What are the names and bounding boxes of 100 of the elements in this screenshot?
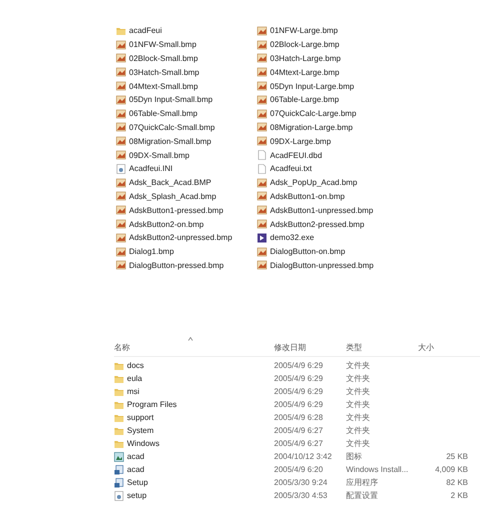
folder-icon	[114, 374, 124, 384]
file-name[interactable]: 05Dyn Input-Small.bmp	[129, 95, 213, 104]
image-file-icon	[257, 219, 267, 230]
image-file-icon	[116, 122, 126, 132]
modified-date: 2005/4/9 6:29	[274, 400, 324, 409]
file-name[interactable]: DialogButton-unpressed.bmp	[270, 260, 374, 270]
file-size: 25 KB	[445, 452, 468, 461]
file-type: 文件夹	[346, 386, 371, 397]
file-name[interactable]: Acadfeui.txt	[270, 164, 312, 174]
image-file-icon	[257, 26, 267, 36]
file-name[interactable]: 08Migration-Small.bmp	[129, 136, 212, 146]
modified-date: 2005/4/9 6:29	[274, 361, 324, 370]
modified-date: 2005/4/9 6:29	[274, 374, 324, 383]
image-file-icon	[257, 94, 267, 105]
file-name[interactable]: AcadFEUI.dbd	[270, 150, 322, 160]
file-name[interactable]: msi	[127, 387, 140, 396]
file-name[interactable]: Setup	[127, 478, 148, 487]
image-file-icon	[257, 53, 267, 64]
installer-icon	[114, 464, 124, 474]
file-name[interactable]: AdskButton2-unpressed.bmp	[129, 233, 232, 242]
file-name[interactable]: AdskButton2-pressed.bmp	[270, 220, 364, 229]
column-header[interactable]: 修改日期	[274, 342, 306, 352]
file-name[interactable]: 03Hatch-Large.bmp	[270, 54, 341, 63]
image-file-icon	[116, 94, 126, 105]
file-name[interactable]: AdskButton1-pressed.bmp	[129, 206, 224, 215]
file-name[interactable]: 05Dyn Input-Large.bmp	[270, 82, 354, 91]
image-file-icon	[116, 246, 126, 257]
file-name[interactable]: Adsk_Back_Acad.BMP	[129, 178, 212, 188]
file-name[interactable]: 02Block-Large.bmp	[270, 40, 340, 50]
file-type: 文件夹	[346, 438, 371, 449]
file-name[interactable]: eula	[127, 374, 142, 383]
image-file-icon	[257, 178, 267, 188]
file-name[interactable]: acad	[127, 452, 144, 461]
image-file-icon	[116, 81, 126, 92]
image-file-icon	[116, 260, 126, 270]
folder-icon	[114, 400, 124, 410]
file-type: Windows Install...	[346, 465, 410, 474]
file-name[interactable]: acadFeui	[129, 26, 162, 36]
file-name[interactable]: Adsk_Splash_Acad.bmp	[129, 192, 216, 201]
image-file-icon	[116, 191, 126, 202]
file-name[interactable]: AdskButton1-unpressed.bmp	[270, 206, 374, 215]
file-name[interactable]: Adsk_PopUp_Acad.bmp	[270, 178, 358, 188]
file-name[interactable]: 07QuickCalc-Large.bmp	[270, 109, 356, 118]
column-header[interactable]: 名称	[114, 342, 130, 352]
file-name[interactable]: 07QuickCalc-Small.bmp	[129, 122, 215, 132]
file-name[interactable]: DialogButton-pressed.bmp	[129, 260, 224, 270]
image-file-icon	[116, 219, 126, 230]
file-name[interactable]: Acadfeui.INI	[129, 164, 173, 174]
file-type: 文件夹	[346, 373, 371, 384]
file-name[interactable]: acad	[127, 465, 144, 474]
file-name[interactable]: 04Mtext-Large.bmp	[270, 68, 340, 77]
file-name[interactable]: AdskButton2-on.bmp	[129, 220, 204, 229]
file-name[interactable]: 06Table-Large.bmp	[270, 95, 339, 104]
file-type: 图标	[346, 451, 363, 462]
image-file-icon	[257, 246, 267, 257]
file-name[interactable]: 02Block-Small.bmp	[129, 54, 198, 63]
image-file-icon	[116, 150, 126, 160]
file-name[interactable]: Windows	[127, 439, 160, 448]
file-name[interactable]: 09DX-Large.bmp	[270, 136, 331, 146]
image-file-icon	[116, 53, 126, 64]
file-name[interactable]: 01NFW-Large.bmp	[270, 26, 338, 36]
modified-date: 2005/3/30 9:24	[274, 478, 328, 487]
file-icon	[257, 164, 267, 174]
file-name[interactable]: Program Files	[127, 400, 177, 409]
modified-date: 2005/4/9 6:20	[274, 465, 324, 474]
folder-icon	[114, 426, 124, 436]
folder-icon	[114, 360, 124, 370]
file-name[interactable]: 04Mtext-Small.bmp	[129, 82, 198, 91]
image-file-icon	[257, 81, 267, 92]
image-file-icon	[116, 178, 126, 188]
file-name[interactable]: DialogButton-on.bmp	[270, 247, 346, 256]
file-name[interactable]: demo32.exe	[270, 233, 314, 242]
file-name[interactable]: Dialog1.bmp	[129, 247, 174, 256]
file-name[interactable]: 01NFW-Small.bmp	[129, 40, 196, 50]
file-name[interactable]: System	[127, 426, 154, 435]
file-name[interactable]: AdskButton1-on.bmp	[270, 192, 345, 201]
image-file-icon	[257, 122, 267, 132]
file-type: 文件夹	[346, 360, 371, 371]
image-file-icon	[257, 67, 267, 78]
column-header[interactable]: 类型	[346, 342, 362, 352]
image-file-icon	[257, 108, 267, 119]
file-name[interactable]: 06Table-Small.bmp	[129, 109, 198, 118]
modified-date: 2005/3/30 4:53	[274, 491, 328, 500]
file-size: 2 KB	[450, 491, 468, 500]
file-name[interactable]: docs	[127, 361, 144, 370]
folder-icon	[114, 386, 124, 396]
file-name[interactable]: 09DX-Small.bmp	[129, 150, 190, 160]
image-icon	[114, 452, 124, 462]
modified-date: 2005/4/9 6:27	[274, 426, 324, 435]
file-type: 应用程序	[346, 477, 379, 488]
column-header[interactable]: 大小	[418, 342, 434, 352]
file-name[interactable]: setup	[127, 491, 147, 500]
installer-icon	[114, 478, 124, 488]
image-file-icon	[116, 108, 126, 119]
image-file-icon	[116, 40, 126, 50]
file-name[interactable]: 08Migration-Large.bmp	[270, 122, 353, 132]
image-file-icon	[257, 260, 267, 270]
file-name[interactable]: support	[127, 413, 154, 422]
file-name[interactable]: 03Hatch-Small.bmp	[129, 68, 200, 77]
modified-date: 2005/4/9 6:27	[274, 439, 324, 448]
